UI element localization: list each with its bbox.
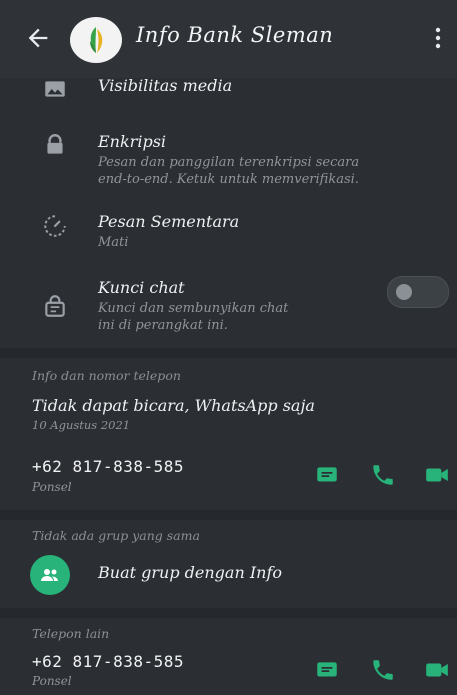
contact-info-screen: Info Bank Sleman Visibilitas media Enkri…: [0, 0, 457, 695]
chat-lock-toggle[interactable]: [387, 276, 449, 308]
section-divider: [0, 510, 457, 520]
top-app-bar: Info Bank Sleman: [0, 0, 457, 78]
message-icon[interactable]: [314, 462, 340, 488]
encryption-description-line1: Pesan dan panggilan terenkripsi secara: [98, 155, 360, 170]
lock-icon: [47, 134, 63, 154]
chat-lock-icon: [45, 295, 65, 317]
groups-section-header: Tidak ada grup yang sama: [32, 528, 200, 543]
group-add-button[interactable]: [30, 555, 70, 595]
other-phone-type: Ponsel: [32, 674, 72, 688]
encryption-description-line2: end-to-end. Ketuk untuk memverifikasi.: [98, 172, 359, 187]
phone-icon[interactable]: [370, 657, 396, 683]
logo-icon: [90, 27, 103, 53]
phone-number: +62 817-838-585: [32, 457, 184, 476]
section-divider: [0, 348, 457, 358]
avatar[interactable]: [70, 17, 122, 63]
message-icon[interactable]: [314, 657, 340, 683]
disappearing-messages-label: Pesan Sementara: [98, 212, 240, 231]
section-divider: [0, 608, 457, 618]
page-title: Info Bank Sleman: [136, 23, 334, 47]
about-section-header: Info dan nomor telepon: [32, 368, 181, 383]
chat-lock-label: Kunci chat: [98, 278, 185, 297]
phone-icon[interactable]: [370, 462, 396, 488]
disappearing-messages-value: Mati: [98, 235, 129, 250]
group-add-icon: [41, 569, 58, 581]
image-icon: [45, 81, 65, 97]
timer-icon: [44, 215, 66, 237]
phone-type: Ponsel: [32, 480, 72, 494]
back-arrow-icon[interactable]: [24, 24, 52, 52]
video-icon[interactable]: [424, 462, 450, 488]
toggle-knob: [396, 284, 412, 300]
about-date: 10 Agustus 2021: [32, 418, 131, 432]
video-icon[interactable]: [424, 657, 450, 683]
chat-lock-description-line2: ini di perangkat ini.: [98, 318, 228, 333]
create-group-label: Buat grup dengan Info: [98, 563, 283, 582]
media-visibility-label: Visibilitas media: [98, 76, 233, 95]
encryption-label: Enkripsi: [98, 132, 167, 151]
chat-lock-description-line1: Kunci dan sembunyikan chat: [98, 301, 289, 316]
more-vert-icon[interactable]: [430, 25, 446, 51]
other-phone-section-header: Telepon lain: [32, 626, 110, 641]
other-phone-number: +62 817-838-585: [32, 652, 184, 671]
about-status[interactable]: Tidak dapat bicara, WhatsApp saja: [32, 396, 315, 415]
